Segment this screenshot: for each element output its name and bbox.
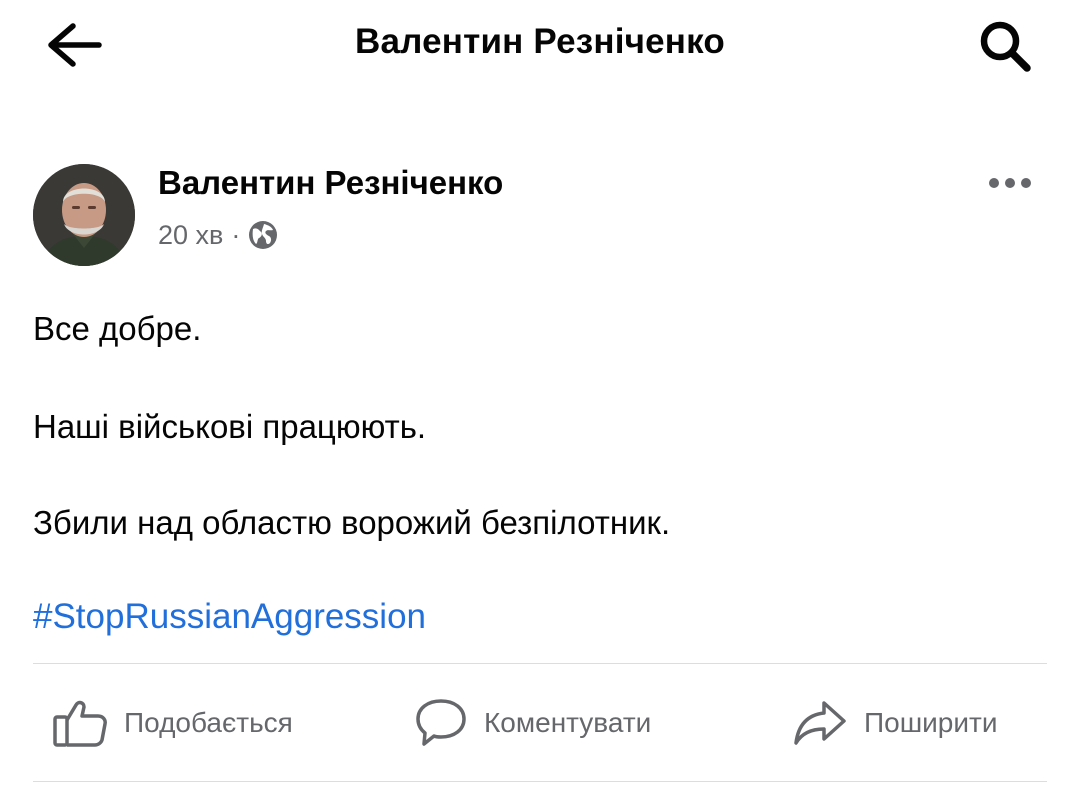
meta-separator: · [231,219,241,250]
search-icon [980,21,1031,72]
comment-button[interactable]: Коментувати [414,690,651,756]
post-paragraph: Все добре. [33,310,202,347]
share-label: Поширити [864,707,998,738]
post-time[interactable]: 20 хв [158,220,223,251]
divider [33,781,1047,782]
more-horizontal-icon [989,178,1031,188]
hashtag-link[interactable]: #StopRussianAggression [33,597,426,637]
divider [33,663,1047,664]
avatar[interactable] [33,164,135,266]
like-button[interactable]: Подобається [52,690,293,756]
post-paragraph: Наші військові працюють. [33,408,427,445]
more-options-button[interactable] [984,168,1036,198]
post-paragraph: Збили над областю ворожий безпілотник. [33,504,671,541]
post-author-name[interactable]: Валентин Резніченко [158,164,503,202]
share-icon [794,701,846,745]
page-title: Валентин Резніченко [354,22,725,61]
thumbs-up-icon [53,700,107,747]
like-label: Подобається [124,707,293,738]
comment-icon [416,699,466,746]
globe-icon [249,221,278,249]
search-button[interactable] [970,16,1040,76]
share-button[interactable]: Поширити [792,690,997,756]
top-bar: Валентин Резніченко [0,0,1080,90]
comment-label: Коментувати [484,707,652,738]
post-meta: 20 хв · [158,218,278,252]
avatar-image [33,164,135,266]
